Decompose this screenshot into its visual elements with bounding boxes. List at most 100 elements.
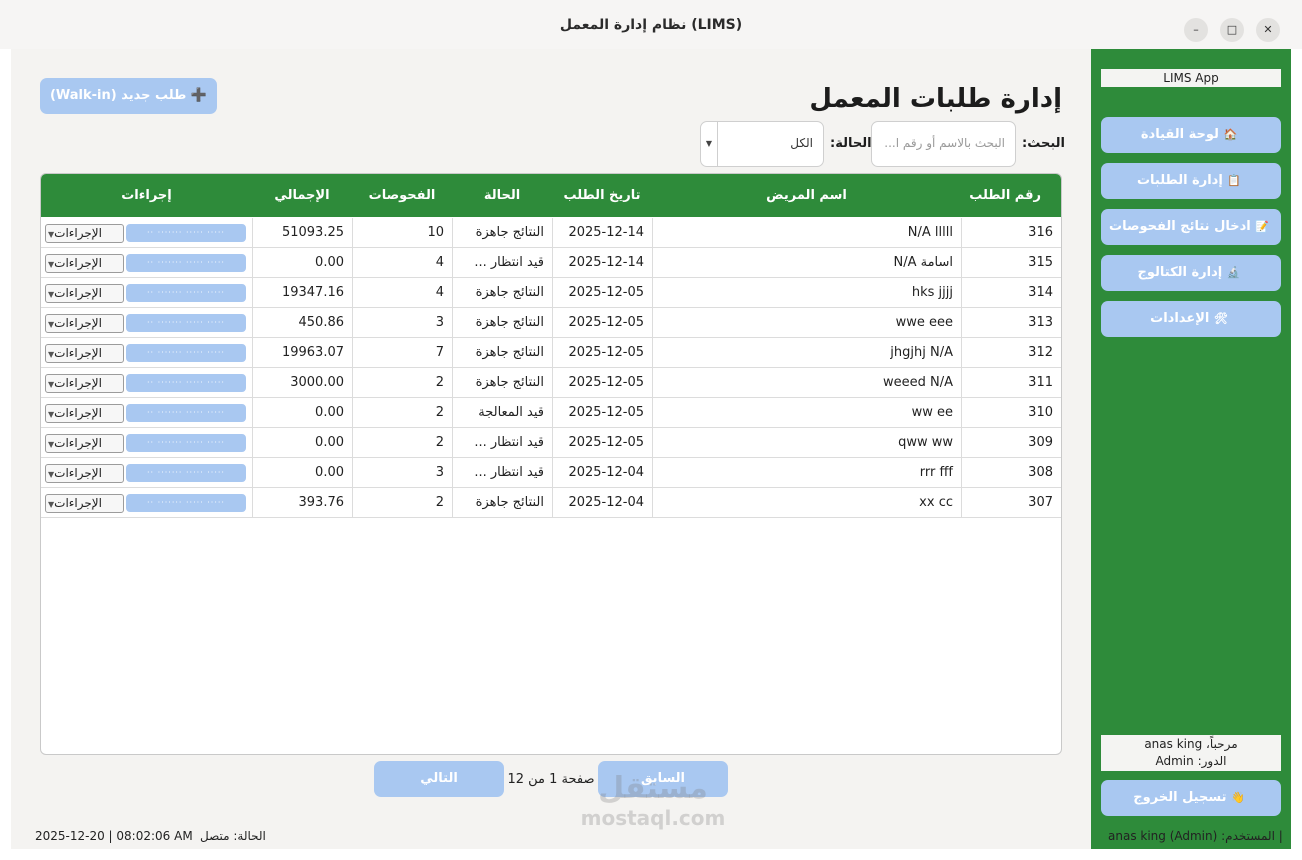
total-cell: 19347.16 bbox=[252, 278, 352, 308]
status-cell: النتائج جاهزة bbox=[452, 308, 552, 338]
row-action-button[interactable]: ·· ······· ····· ····· bbox=[126, 254, 246, 272]
row-actions-label: الإجراءات bbox=[54, 376, 102, 390]
memo-icon: 📝 bbox=[1255, 220, 1269, 233]
row-actions-select[interactable]: ▼الإجراءات bbox=[45, 254, 124, 273]
order-id-cell: 310 bbox=[961, 398, 1061, 428]
patient-name-cell: ww ee bbox=[652, 398, 961, 428]
row-actions-select[interactable]: ▼الإجراءات bbox=[45, 284, 124, 303]
row-action-button[interactable]: ·· ······· ····· ····· bbox=[126, 314, 246, 332]
tests-count-cell: 3 bbox=[352, 458, 452, 488]
status-datetime: 2025-12-20 | 08:02:06 AM bbox=[35, 829, 193, 843]
order-id-cell: 315 bbox=[961, 248, 1061, 278]
header-order-date[interactable]: تاريخ الطلب bbox=[552, 174, 652, 217]
row-action-button[interactable]: ·· ······· ····· ····· bbox=[126, 434, 246, 452]
sidebar-item-results-entry[interactable]: 📝 ادخال نتائج الفحوصات bbox=[1101, 209, 1281, 245]
table-row[interactable]: 308 rrr fff 2025-12-04 قيد انتظار ... 3 0.00 … bbox=[41, 458, 1061, 488]
row-action-button[interactable]: ·· ······· ····· ····· bbox=[126, 494, 246, 512]
new-walkin-order-button[interactable]: ➕ طلب جديد (Walk-in) bbox=[40, 78, 217, 114]
table-row[interactable]: 310 ww ee 2025-12-05 قيد المعالجة 2 0.00 ▼الإ… bbox=[41, 398, 1061, 428]
order-id-cell: 313 bbox=[961, 308, 1061, 338]
total-cell: 0.00 bbox=[252, 248, 352, 278]
table-row[interactable]: 311 weeed N/A 2025-12-05 النتائج جاهزة 2 3000… bbox=[41, 368, 1061, 398]
minimize-button[interactable]: – bbox=[1184, 18, 1208, 42]
total-cell: 450.86 bbox=[252, 308, 352, 338]
patient-name-cell: hks jjjj bbox=[652, 278, 961, 308]
tests-count-cell: 4 bbox=[352, 248, 452, 278]
row-actions-select[interactable]: ▼الإجراءات bbox=[45, 434, 124, 453]
status-user: | المستخدم: anas king (Admin) bbox=[1108, 829, 1283, 843]
actions-cell: ▼الإجراءات ·· ······· ····· ····· bbox=[41, 488, 252, 518]
maximize-button[interactable]: □ bbox=[1220, 18, 1244, 42]
clipboard-icon: 📋 bbox=[1227, 174, 1242, 187]
header-order-id[interactable]: رقم الطلب bbox=[961, 174, 1061, 217]
order-date-cell: 2025-12-04 bbox=[552, 488, 652, 518]
search-input[interactable]: البحث بالاسم أو رقم ا... bbox=[871, 121, 1016, 167]
row-actions-select[interactable]: ▼الإجراءات bbox=[45, 224, 124, 243]
window-title: نظام إدارة المعمل (LIMS) bbox=[559, 17, 743, 33]
patient-name-cell: wwe eee bbox=[652, 308, 961, 338]
row-actions-select[interactable]: ▼الإجراءات bbox=[45, 494, 124, 513]
row-actions-select[interactable]: ▼الإجراءات bbox=[45, 464, 124, 483]
tests-count-cell: 2 bbox=[352, 398, 452, 428]
header-status[interactable]: الحالة bbox=[452, 174, 552, 217]
row-actions-label: الإجراءات bbox=[54, 406, 102, 420]
tests-count-cell: 10 bbox=[352, 218, 452, 248]
row-action-button[interactable]: ·· ······· ····· ····· bbox=[126, 374, 246, 392]
status-bar: | المستخدم: anas king (Admin) الحالة: مت… bbox=[0, 829, 1302, 849]
table-row[interactable]: 312 jhgjhj N/A 2025-12-05 النتائج جاهزة 7 199… bbox=[41, 338, 1061, 368]
row-actions-select[interactable]: ▼الإجراءات bbox=[45, 344, 124, 363]
row-action-button[interactable]: ·· ······· ····· ····· bbox=[126, 224, 246, 242]
watermark-arabic: مستقل bbox=[598, 771, 708, 806]
status-cell: النتائج جاهزة bbox=[452, 368, 552, 398]
row-action-button[interactable]: ·· ······· ····· ····· bbox=[126, 464, 246, 482]
actions-cell: ▼الإجراءات ·· ······· ····· ····· bbox=[41, 398, 252, 428]
row-action-button[interactable]: ·· ······· ····· ····· bbox=[126, 404, 246, 422]
row-action-button[interactable]: ·· ······· ····· ····· bbox=[126, 284, 246, 302]
sidebar-item-label: لوحة القيادة bbox=[1140, 127, 1219, 142]
table-row[interactable]: 307 xx cc 2025-12-04 النتائج جاهزة 2 393.76 ▼… bbox=[41, 488, 1061, 518]
order-id-cell: 316 bbox=[961, 218, 1061, 248]
microscope-icon: 🔬 bbox=[1226, 266, 1241, 279]
status-filter-select[interactable]: ▼ الكل bbox=[700, 121, 824, 167]
sidebar-item-label: الإعدادات bbox=[1150, 311, 1210, 326]
table-row[interactable]: 313 wwe eee 2025-12-05 النتائج جاهزة 3 450.86… bbox=[41, 308, 1061, 338]
wave-icon: 👋 bbox=[1231, 791, 1245, 804]
close-button[interactable]: ✕ bbox=[1256, 18, 1280, 42]
order-date-cell: 2025-12-05 bbox=[552, 368, 652, 398]
order-date-cell: 2025-12-05 bbox=[552, 308, 652, 338]
actions-cell: ▼الإجراءات ·· ······· ····· ····· bbox=[41, 458, 252, 488]
sidebar-item-orders[interactable]: 📋 إدارة الطلبات bbox=[1101, 163, 1281, 199]
watermark-latin: mostaql.com bbox=[580, 806, 726, 830]
row-actions-select[interactable]: ▼الإجراءات bbox=[45, 374, 124, 393]
user-info: مرحباً، anas king الدور: Admin bbox=[1101, 735, 1281, 771]
table-row[interactable]: 315 اسامة N/A 2025-12-14 قيد انتظار ... 4 0.0… bbox=[41, 248, 1061, 278]
patient-name-cell: jhgjhj N/A bbox=[652, 338, 961, 368]
next-page-button[interactable]: التالي bbox=[374, 761, 504, 797]
actions-cell: ▼الإجراءات ·· ······· ····· ····· bbox=[41, 278, 252, 308]
table-row[interactable]: 314 hks jjjj 2025-12-05 النتائج جاهزة 4 19347… bbox=[41, 278, 1061, 308]
sidebar-item-label: إدارة الكتالوج bbox=[1137, 265, 1223, 280]
sidebar-item-label: ادخال نتائج الفحوصات bbox=[1109, 219, 1251, 234]
status-cell: النتائج جاهزة bbox=[452, 488, 552, 518]
tools-icon: 🛠 bbox=[1213, 312, 1228, 325]
header-tests[interactable]: الفحوصات bbox=[352, 174, 452, 217]
sidebar-item-settings[interactable]: 🛠 الإعدادات bbox=[1101, 301, 1281, 337]
order-date-cell: 2025-12-04 bbox=[552, 458, 652, 488]
actions-cell: ▼الإجراءات ·· ······· ····· ····· bbox=[41, 368, 252, 398]
header-total[interactable]: الإجمالي (SAR) bbox=[252, 174, 352, 246]
patient-name-cell: qww ww bbox=[652, 428, 961, 458]
table-row[interactable]: 309 qww ww 2025-12-05 قيد انتظار ... 2 0.00 ▼… bbox=[41, 428, 1061, 458]
header-patient-name[interactable]: اسم المريض bbox=[652, 174, 961, 217]
order-date-cell: 2025-12-05 bbox=[552, 278, 652, 308]
logout-button[interactable]: 👋 تسجيل الخروج bbox=[1101, 780, 1281, 816]
sidebar-item-catalog[interactable]: 🔬 إدارة الكتالوج bbox=[1101, 255, 1281, 291]
row-actions-label: الإجراءات bbox=[54, 256, 102, 270]
status-cell: النتائج جاهزة bbox=[452, 278, 552, 308]
table-row[interactable]: 316 N/A lllll 2025-12-14 النتائج جاهزة 10 510… bbox=[41, 218, 1061, 248]
chevron-down-icon[interactable]: ▼ bbox=[701, 122, 718, 166]
row-actions-select[interactable]: ▼الإجراءات bbox=[45, 404, 124, 423]
row-actions-select[interactable]: ▼الإجراءات bbox=[45, 314, 124, 333]
row-action-button[interactable]: ·· ······· ····· ····· bbox=[126, 344, 246, 362]
patient-name-cell: weeed N/A bbox=[652, 368, 961, 398]
sidebar-item-dashboard[interactable]: 🏠 لوحة القيادة bbox=[1101, 117, 1281, 153]
